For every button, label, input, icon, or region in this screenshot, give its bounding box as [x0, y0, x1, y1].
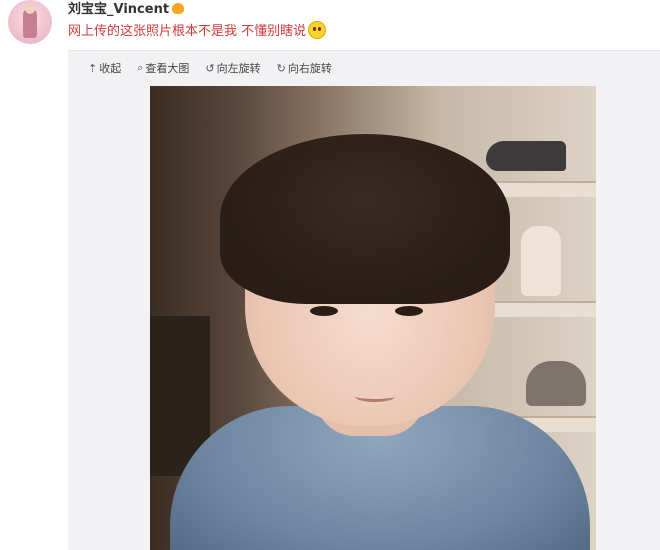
rotate-left-label: 向左旋转: [216, 62, 261, 75]
view-large-label: 查看大图: [145, 62, 190, 75]
media-toolbar: ⇡ 收起 ⌕ 查看大图 ↺ 向左旋转 ↻ 向右旋转: [88, 60, 332, 76]
post-text-content: 网上传的这张照片根本不是我 不懂别瞎说: [68, 24, 307, 39]
magnify-icon: ⌕: [137, 61, 144, 74]
rotate-right-button[interactable]: ↻ 向右旋转: [277, 60, 332, 76]
photo-shoe: [486, 141, 566, 171]
username-text[interactable]: 刘宝宝_Vincent: [68, 2, 169, 17]
avatar[interactable]: [8, 0, 52, 44]
view-large-button[interactable]: ⌕ 查看大图: [137, 60, 189, 76]
username[interactable]: 刘宝宝_Vincent: [68, 0, 185, 17]
rotate-left-button[interactable]: ↺ 向左旋转: [205, 60, 260, 76]
post-photo[interactable]: [150, 86, 596, 550]
crown-icon: [172, 3, 185, 14]
media-container: ⇡ 收起 ⌕ 查看大图 ↺ 向左旋转 ↻ 向右旋转: [68, 50, 660, 550]
photo-shoe: [521, 226, 561, 296]
photo-hair: [220, 134, 510, 304]
rotate-right-label: 向右旋转: [287, 62, 332, 75]
photo-eye-right: [395, 306, 423, 316]
rotate-left-icon: ↺: [205, 61, 215, 75]
photo-eye-left: [310, 306, 338, 316]
collapse-up-icon: ⇡: [88, 61, 98, 75]
collapse-label: 收起: [99, 62, 122, 75]
rotate-right-icon: ↻: [276, 61, 286, 75]
collapse-button[interactable]: ⇡ 收起: [88, 60, 121, 76]
photo-shoe: [526, 361, 586, 406]
post-text: 网上传的这张照片根本不是我 不懂别瞎说: [68, 20, 327, 39]
avatar-head: [25, 4, 35, 14]
smile-icon: [308, 21, 327, 39]
photo-mouth: [355, 391, 395, 402]
